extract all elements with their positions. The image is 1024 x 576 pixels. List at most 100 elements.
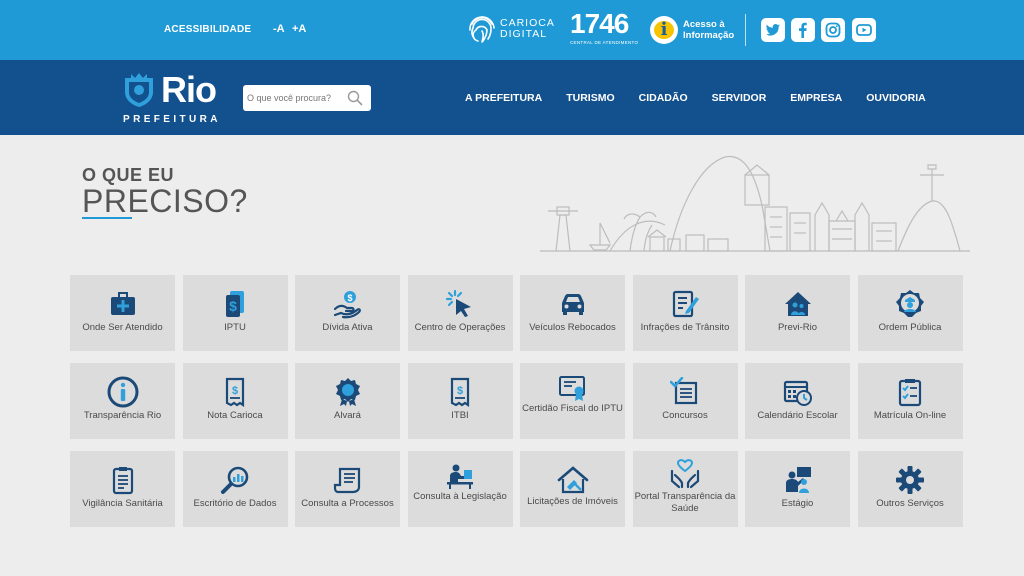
twitter-icon[interactable] — [761, 18, 785, 42]
rio-skyline-illustration — [540, 156, 970, 252]
tile-transparencia-rio[interactable]: Transparência Rio — [70, 363, 175, 439]
tile-label: Concursos — [662, 410, 708, 421]
checklist-icon — [670, 377, 698, 405]
tile-label: Calendário Escolar — [757, 410, 838, 421]
fingerprint-icon — [469, 16, 495, 43]
central-1746-logo[interactable]: 1746 CENTRAL DE ATENDIMENTO — [570, 8, 639, 50]
tile-label: Estágio — [781, 498, 814, 509]
search-box — [243, 85, 371, 111]
car-icon — [561, 294, 584, 315]
receipt-dollar-icon: $ — [225, 377, 245, 407]
search-input[interactable] — [247, 90, 343, 106]
tile-previ-rio[interactable]: Previ-Rio — [745, 275, 850, 351]
decrease-font-button[interactable]: -A — [273, 23, 285, 35]
tile-ordem-publica[interactable]: Ordem Pública — [857, 275, 963, 351]
central-1746-number: 1746 — [570, 8, 629, 39]
tile-label: Infrações de Trânsito — [640, 322, 730, 333]
svg-text:$: $ — [347, 293, 352, 303]
tile-label: Dívida Ativa — [322, 322, 373, 333]
award-seal-icon — [335, 378, 360, 406]
search-icon[interactable] — [347, 90, 363, 106]
increase-font-button[interactable]: +A — [292, 23, 306, 35]
certificate-icon — [558, 376, 585, 401]
house-gavel-icon — [557, 466, 588, 494]
facebook-icon[interactable] — [791, 18, 815, 42]
carioca-digital-logo[interactable]: CARIOCA DIGITAL — [468, 14, 558, 46]
headline-underline — [82, 217, 132, 219]
tile-label: Nota Carioca — [207, 410, 263, 421]
nav-item-a-prefeitura[interactable]: A PREFEITURA — [465, 92, 542, 104]
nav-item-empresa[interactable]: EMPRESA — [790, 92, 842, 104]
nav-item-turismo[interactable]: TURISMO — [566, 92, 614, 104]
clipboard-checklist-icon — [898, 379, 922, 407]
tile-certidao-fiscal-iptu[interactable]: Certidão Fiscal do IPTU — [520, 363, 625, 439]
tile-label: Portal Transparência da Saúde — [634, 491, 736, 514]
prefeitura-rio-logo[interactable]: Rio PREFEITURA — [121, 70, 231, 128]
tile-centro-de-operacoes[interactable]: Centro de Operações — [407, 275, 513, 351]
tile-matricula-online[interactable]: Matrícula On-line — [857, 363, 963, 439]
dollar-document-icon: $ — [226, 291, 244, 317]
tile-iptu[interactable]: $ IPTU — [182, 275, 288, 351]
tile-alvara[interactable]: Alvará — [295, 363, 400, 439]
acesso-informacao-link[interactable]: i Acesso à Informação — [650, 16, 742, 46]
main-navigation: Rio PREFEITURA A PREFEITURA TURISMO CIDA… — [0, 60, 1024, 135]
tile-label: Licitações de Imóveis — [527, 496, 618, 507]
tile-divida-ativa[interactable]: $ Dívida Ativa — [295, 275, 400, 351]
tile-label: Matrícula On-line — [873, 410, 947, 421]
calendar-clock-icon — [783, 380, 812, 406]
badge-officer-icon — [896, 290, 924, 317]
house-people-icon — [784, 292, 811, 316]
central-1746-subtitle: CENTRAL DE ATENDIMENTO — [570, 40, 639, 45]
tile-outros-servicos[interactable]: Outros Serviços — [857, 451, 963, 527]
tile-calendario-escolar[interactable]: Calendário Escolar — [745, 363, 850, 439]
tile-licitacoes-de-imoveis[interactable]: Licitações de Imóveis — [520, 451, 625, 527]
tile-concursos[interactable]: Concursos — [632, 363, 738, 439]
services-section: O QUE EU PRECISO? Onde Ser Atendido $ IP… — [0, 135, 1024, 576]
tile-label: Consulta à Legislação — [413, 491, 507, 502]
nav-item-servidor[interactable]: SERVIDOR — [712, 92, 767, 104]
tile-escritorio-de-dados[interactable]: Escritório de Dados — [182, 451, 288, 527]
svg-text:$: $ — [457, 385, 463, 397]
tile-infracoes-de-transito[interactable]: Infrações de Trânsito — [632, 275, 738, 351]
hand-coin-icon: $ — [333, 291, 361, 319]
tile-consulta-a-processos[interactable]: Consulta a Processos — [295, 451, 400, 527]
tile-label: Veículos Rebocados — [529, 322, 616, 333]
tile-label: Onde Ser Atendido — [82, 322, 163, 333]
tile-label: Centro de Operações — [414, 322, 506, 333]
tile-label: Outros Serviços — [876, 498, 944, 509]
info-icon: i — [650, 16, 678, 44]
tile-portal-transparencia-saude[interactable]: Portal Transparência da Saúde — [632, 451, 738, 527]
tile-label: Previ-Rio — [777, 322, 818, 333]
divider — [745, 14, 746, 46]
tile-label: ITBI — [451, 410, 469, 421]
tile-itbi[interactable]: $ ITBI — [407, 363, 513, 439]
medical-kit-icon — [110, 292, 135, 315]
scroll-document-icon — [333, 467, 360, 494]
tile-label: Consulta a Processos — [301, 498, 394, 509]
tile-label: Certidão Fiscal do IPTU — [522, 403, 623, 414]
hands-heart-icon — [670, 459, 700, 489]
tile-label: Alvará — [334, 410, 361, 421]
tile-estagio[interactable]: Estágio — [745, 451, 850, 527]
tile-label: Vigilância Sanitária — [82, 498, 163, 509]
acesso-line-1: Acesso à — [683, 19, 725, 30]
people-board-icon — [785, 467, 811, 493]
tile-veiculos-rebocados[interactable]: Veículos Rebocados — [520, 275, 625, 351]
acesso-line-2: Informação — [683, 30, 735, 41]
tile-onde-ser-atendido[interactable]: Onde Ser Atendido — [70, 275, 175, 351]
logo-title: Rio — [161, 69, 217, 110]
tile-nota-carioca[interactable]: $ Nota Carioca — [182, 363, 288, 439]
svg-text:$: $ — [232, 385, 238, 397]
accessibility-link[interactable]: ACESSIBILIDADE — [164, 24, 251, 35]
tile-consulta-legislacao[interactable]: Consulta à Legislação — [407, 451, 513, 527]
logo-subtitle: PREFEITURA — [123, 114, 221, 125]
nav-links: A PREFEITURA TURISMO CIDADÃO SERVIDOR EM… — [465, 92, 950, 104]
digital-text: DIGITAL — [500, 28, 548, 40]
gear-icon — [896, 466, 924, 494]
nav-item-ouvidoria[interactable]: OUVIDORIA — [866, 92, 926, 104]
instagram-icon[interactable] — [821, 18, 845, 42]
nav-item-cidadao[interactable]: CIDADÃO — [639, 92, 688, 104]
youtube-icon[interactable] — [852, 18, 876, 42]
tile-vigilancia-sanitaria[interactable]: Vigilância Sanitária — [70, 451, 175, 527]
info-circle-icon — [107, 376, 138, 408]
